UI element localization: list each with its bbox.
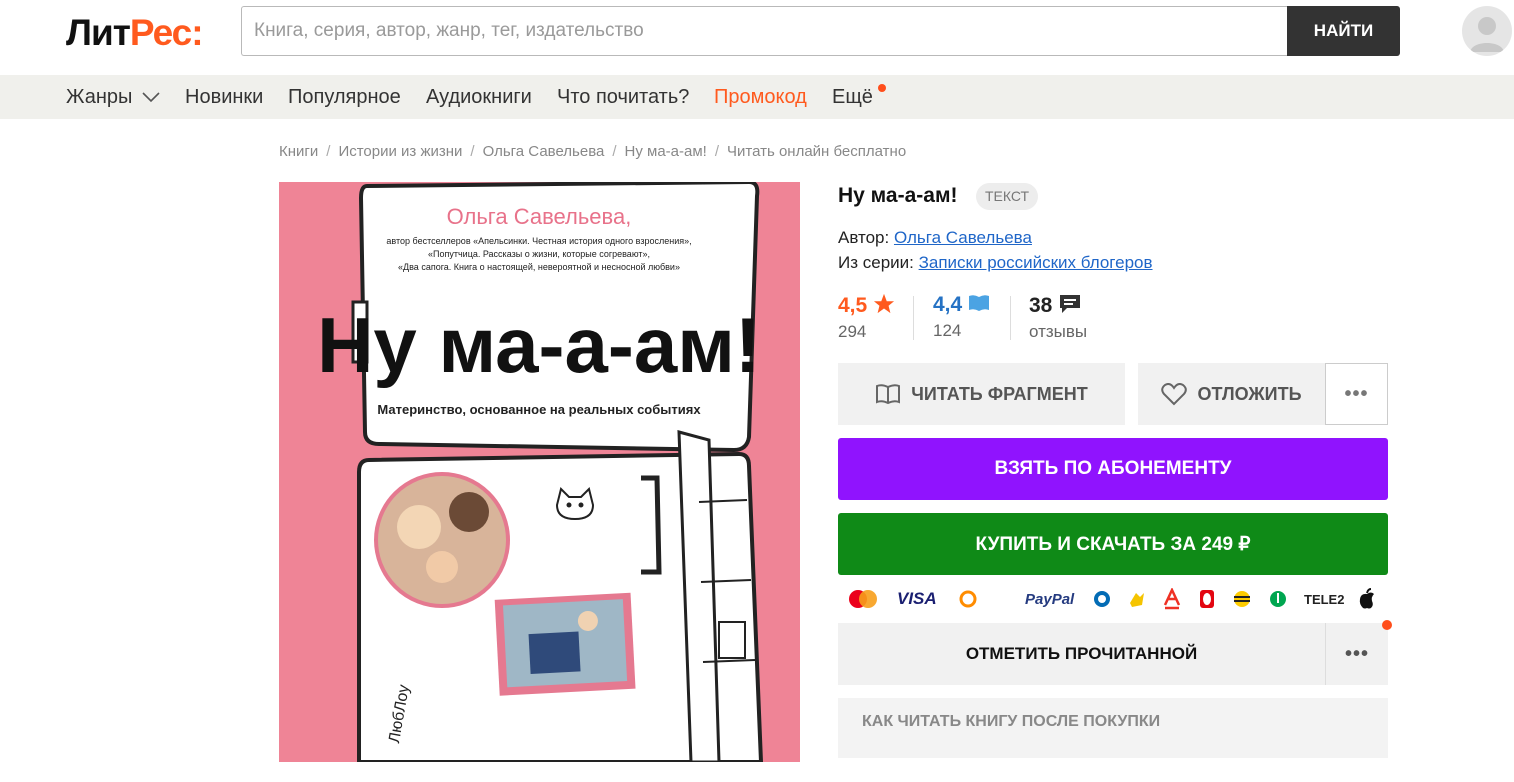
nav-popular[interactable]: Популярное (288, 86, 401, 109)
user-icon (1470, 17, 1504, 52)
heart-icon (1161, 382, 1188, 405)
reviews-count-value: 38 (1029, 294, 1053, 317)
more-icon: ••• (1344, 642, 1369, 665)
paypal-icon: PayPal (1025, 590, 1075, 608)
apple-icon (1357, 588, 1377, 610)
buy-button[interactable]: КУПИТЬ И СКАЧАТЬ ЗА 249 ₽ (838, 513, 1388, 575)
litres-rating-value: 4,5 (838, 294, 868, 317)
book-icon (876, 384, 901, 405)
how-to-read-section[interactable]: КАК ЧИТАТЬ КНИГУ ПОСЛЕ ПОКУПКИ (838, 698, 1388, 758)
read-fragment-label: ЧИТАТЬ ФРАГМЕНТ (911, 383, 1088, 404)
search-button[interactable]: НАЙТИ (1287, 6, 1400, 56)
litres-rating[interactable]: 4,5 294 (838, 293, 895, 342)
cover-subtitle-line: «Два сапога. Книга о настоящей, невероят… (398, 262, 680, 272)
chevron-down-icon (142, 92, 160, 103)
visa-icon: VISA (897, 589, 937, 608)
reviews-count[interactable]: 38 отзывы (1029, 293, 1087, 342)
postpone-button[interactable]: ОТЛОЖИТЬ (1138, 363, 1325, 425)
more-options-button[interactable]: ••• (1325, 363, 1388, 425)
star-icon (874, 293, 895, 314)
beeline-icon (1232, 588, 1252, 610)
avatar[interactable] (1462, 6, 1512, 56)
author-label: Автор: (838, 228, 890, 247)
book-title: Ну ма-а-ам! (838, 184, 958, 207)
subscribe-button[interactable]: ВЗЯТЬ ПО АБОНЕМЕНТУ (838, 438, 1388, 500)
yandex-pay-icon (1127, 588, 1147, 610)
megafon-icon (1268, 588, 1288, 610)
livelib-rating[interactable]: 4,4 124 (933, 293, 990, 341)
mark-read-more-button[interactable]: ••• (1325, 623, 1388, 685)
cover-subtitle-line: «Попутчица. Рассказы о жизни, которые со… (428, 249, 650, 259)
more-icon: ••• (1344, 382, 1369, 405)
breadcrumb: Книги / Истории из жизни / Ольга Савельева / Н… (279, 143, 907, 160)
breadcrumb-item[interactable]: Истории из жизни (338, 143, 462, 160)
notification-dot (878, 84, 886, 92)
read-fragment-button[interactable]: ЧИТАТЬ ФРАГМЕНТ (838, 363, 1125, 425)
author-link[interactable]: Ольга Савельева (894, 228, 1032, 247)
book-cover[interactable]: Ольга Савельева, автор бестселлеров «Апе… (279, 182, 800, 762)
cover-tagline: Материнство, основанное на реальных собы… (377, 402, 701, 417)
nav-audiobooks[interactable]: Аудиокниги (426, 86, 532, 109)
cover-title: Ну ма-а-ам! (317, 301, 761, 389)
cover-author: Ольга Савельева, (447, 204, 632, 229)
divider (913, 296, 914, 340)
header: ЛитРес: НАЙТИ (0, 0, 1514, 75)
series-row: Из серии: Записки российских блогеров (838, 253, 1153, 273)
notification-dot (1382, 620, 1392, 630)
comment-icon (1060, 295, 1081, 313)
breadcrumb-item[interactable]: Ольга Савельева (483, 143, 605, 160)
mts-icon (1198, 588, 1216, 610)
search-input[interactable] (241, 6, 1288, 56)
logo-text-lit: Лит (66, 12, 131, 53)
breadcrumb-item: Читать онлайн бесплатно (727, 143, 907, 160)
author-row: Автор: Ольга Савельева (838, 228, 1032, 248)
cover-subtitle-line: автор бестселлеров «Апельсинки. Честная … (386, 236, 691, 246)
nav-genres[interactable]: Жанры (66, 86, 160, 109)
nav-what-to-read[interactable]: Что почитать? (557, 86, 689, 109)
tele2-icon: TELE2 (1304, 591, 1345, 607)
mark-read-button[interactable]: ОТМЕТИТЬ ПРОЧИТАННОЙ (838, 623, 1325, 685)
nav-genres-label: Жанры (66, 86, 133, 108)
nav-more[interactable]: Ещё (832, 86, 873, 109)
litres-logo[interactable]: ЛитРес: (66, 12, 204, 54)
main-nav: Жанры Новинки Популярное Аудиокниги Что … (0, 75, 1514, 119)
breadcrumb-item[interactable]: Ну ма-а-ам! (625, 143, 707, 160)
livelib-rating-count: 124 (933, 321, 962, 340)
cover-illustration: Ольга Савельева, автор бестселлеров «Апе… (317, 182, 764, 762)
logo-text-res: Рес: (129, 12, 204, 53)
series-link[interactable]: Записки российских блогеров (919, 253, 1153, 272)
breadcrumb-item[interactable]: Книги (279, 143, 318, 160)
nav-promocode[interactable]: Промокод (714, 86, 807, 109)
livelib-rating-value: 4,4 (933, 293, 963, 316)
divider (1010, 296, 1011, 340)
nav-new[interactable]: Новинки (185, 86, 263, 109)
qiwi-icon (959, 588, 1009, 610)
open-book-icon (969, 295, 990, 311)
webmoney-icon (1093, 588, 1111, 610)
postpone-label: ОТЛОЖИТЬ (1197, 383, 1302, 404)
litres-rating-count: 294 (838, 322, 867, 341)
series-label: Из серии: (838, 253, 914, 272)
alfa-bank-icon (1163, 588, 1181, 610)
format-badge: ТЕКСТ (976, 183, 1039, 210)
mastercard-icon (846, 588, 880, 610)
reviews-label: отзывы (1029, 322, 1088, 341)
